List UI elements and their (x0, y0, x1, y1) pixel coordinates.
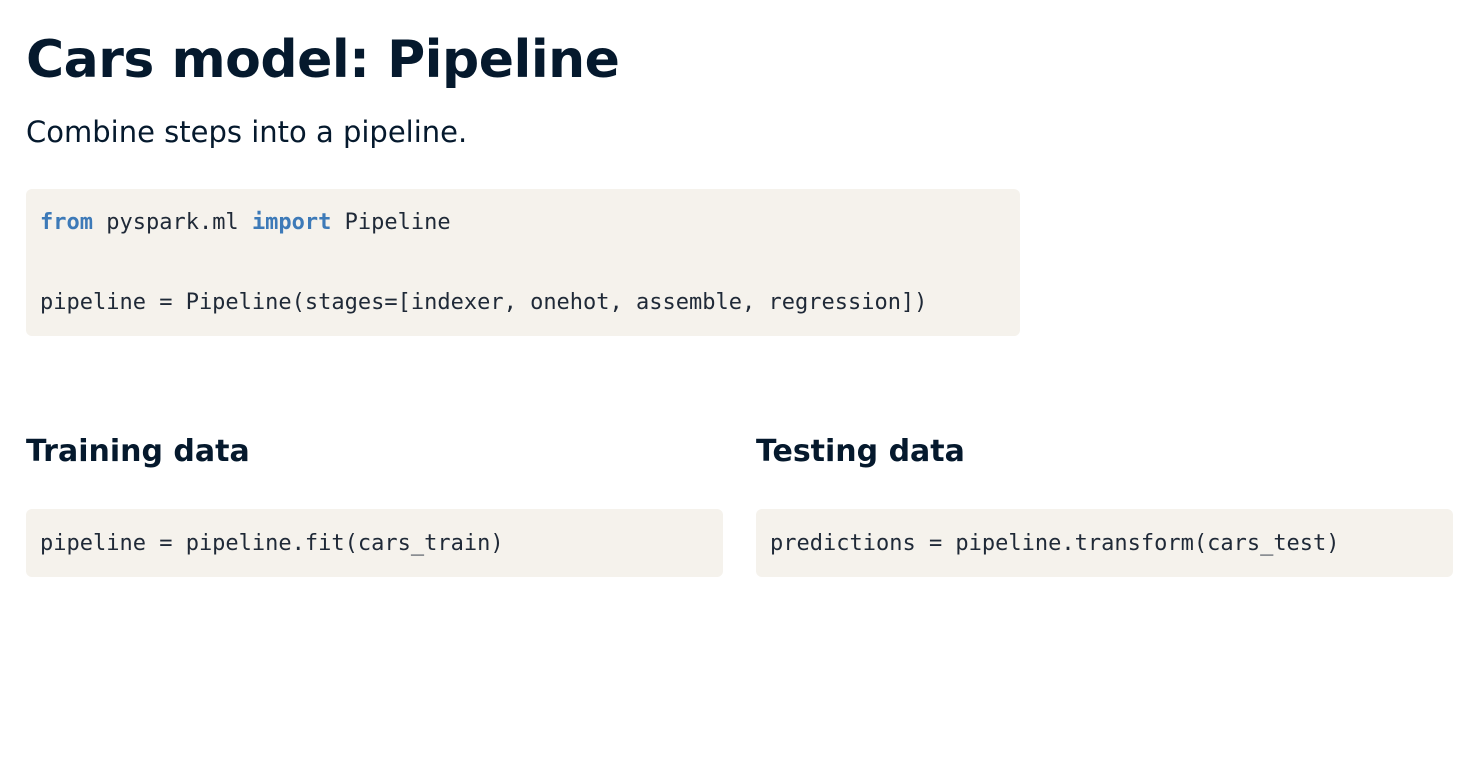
import-code-line: from pyspark.ml import Pipeline (40, 208, 451, 238)
keyword-from: from (40, 210, 93, 235)
training-code-line: pipeline = pipeline.fit(cars_train) (40, 531, 504, 556)
pipeline-code-block: from pyspark.ml import Pipeline pipeline… (26, 189, 1020, 336)
keyword-import: import (251, 210, 332, 235)
training-code-block: pipeline = pipeline.fit(cars_train) (26, 509, 723, 577)
imported-name: Pipeline (331, 210, 451, 235)
module-name: pyspark.ml (92, 210, 252, 235)
testing-code-line: predictions = pipeline.transform(cars_te… (770, 531, 1340, 556)
slide-subtitle: Combine steps into a pipeline. (26, 115, 468, 149)
testing-code-block: predictions = pipeline.transform(cars_te… (756, 509, 1453, 577)
pipeline-definition-code-line: pipeline = Pipeline(stages=[indexer, one… (40, 290, 928, 315)
training-data-heading: Training data (26, 434, 250, 469)
testing-data-heading: Testing data (756, 434, 965, 469)
slide-title: Cars model: Pipeline (26, 30, 620, 90)
